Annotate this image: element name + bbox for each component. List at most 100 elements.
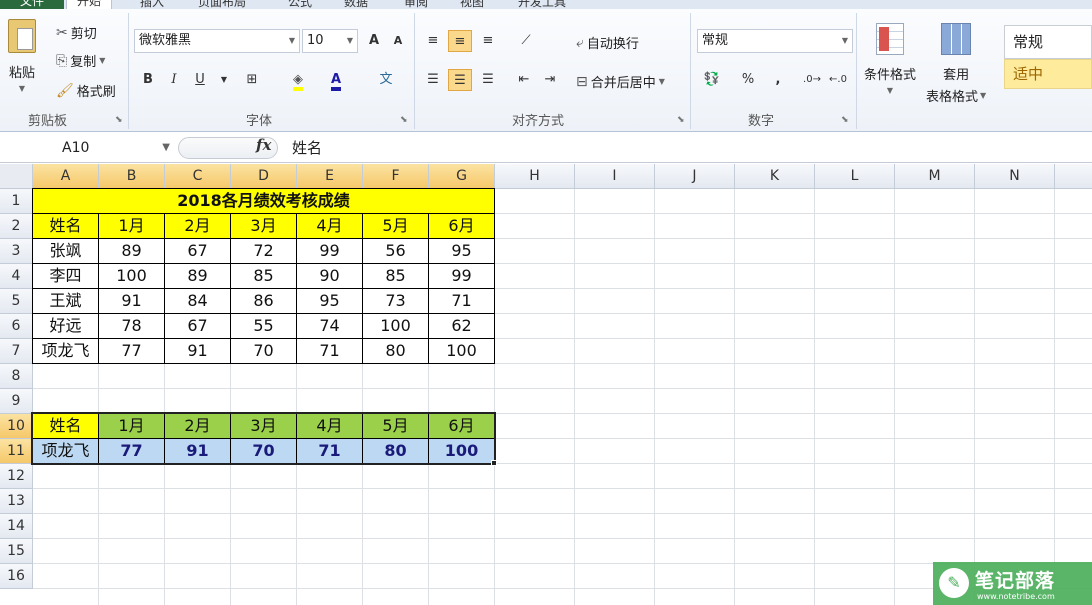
border-button[interactable]: ⊞ — [240, 69, 264, 91]
row-header-13[interactable]: 13 — [0, 489, 33, 514]
data-cell[interactable]: 95 — [297, 289, 363, 314]
alignment-launcher-icon[interactable]: ⬊ — [677, 115, 685, 125]
data-cell[interactable]: 84 — [165, 289, 231, 314]
row-header-8[interactable]: 8 — [0, 364, 33, 389]
comma-button[interactable]: , — [766, 69, 790, 91]
tab-home[interactable]: 开始 — [66, 0, 113, 9]
header-cell[interactable]: 1月 — [99, 214, 165, 239]
font-size-combo[interactable]: 10 ▼ — [302, 29, 358, 53]
row-header-5[interactable]: 5 — [0, 289, 33, 314]
align-left-button[interactable]: ☰ — [421, 69, 445, 91]
increase-decimal-button[interactable]: .0→ — [800, 69, 824, 91]
copy-button[interactable]: ⎘ 复制 ▼ — [56, 51, 105, 71]
row-header-1[interactable]: 1 — [0, 189, 33, 214]
header-cell[interactable]: 3月 — [231, 214, 297, 239]
bold-button[interactable]: B — [136, 69, 160, 91]
column-header-k[interactable]: K — [735, 164, 815, 189]
lookup-result-cell[interactable]: 71 — [297, 439, 363, 464]
formula-input[interactable]: 姓名 — [292, 137, 322, 159]
data-cell[interactable]: 78 — [99, 314, 165, 339]
data-cell[interactable]: 89 — [165, 264, 231, 289]
align-right-button[interactable]: ☰ — [476, 69, 500, 91]
align-top-button[interactable]: ≡ — [421, 30, 445, 52]
fill-handle[interactable] — [491, 460, 497, 466]
format-painter-button[interactable]: 🖌 格式刷 — [56, 81, 116, 101]
row-header-6[interactable]: 6 — [0, 314, 33, 339]
data-cell[interactable]: 55 — [231, 314, 297, 339]
font-color-button[interactable]: A — [324, 69, 348, 91]
data-cell[interactable]: 好远 — [32, 314, 99, 339]
font-launcher-icon[interactable]: ⬊ — [400, 115, 408, 125]
data-cell[interactable]: 91 — [165, 339, 231, 364]
paste-button[interactable]: 粘贴 ▼ — [8, 19, 36, 93]
underline-button[interactable]: U — [188, 69, 212, 91]
column-header-g[interactable]: G — [429, 164, 495, 189]
data-cell[interactable]: 56 — [363, 239, 429, 264]
data-cell[interactable]: 90 — [297, 264, 363, 289]
data-cell[interactable]: 项龙飞 — [32, 339, 99, 364]
row-header-2[interactable]: 2 — [0, 214, 33, 239]
header-cell[interactable]: 5月 — [363, 214, 429, 239]
currency-button[interactable]: 💱 — [700, 69, 724, 91]
lookup-header-cell[interactable]: 4月 — [297, 413, 363, 439]
italic-button[interactable]: I — [162, 69, 186, 91]
cut-button[interactable]: ✂ 剪切 — [56, 23, 97, 43]
wrap-text-button[interactable]: ⤶ 自动换行 — [576, 33, 639, 53]
conditional-format-button[interactable]: 条件格式 ▼ — [864, 23, 916, 95]
lookup-header-cell[interactable]: 1月 — [99, 413, 165, 439]
column-header-m[interactable]: M — [895, 164, 975, 189]
column-header-e[interactable]: E — [297, 164, 363, 189]
row-header-9[interactable]: 9 — [0, 389, 33, 414]
row-header-3[interactable]: 3 — [0, 239, 33, 264]
column-header-i[interactable]: I — [575, 164, 655, 189]
header-cell[interactable]: 4月 — [297, 214, 363, 239]
align-center-button[interactable]: ☰ — [448, 69, 472, 91]
merge-center-button[interactable]: ⊟ 合并后居中 ▼ — [576, 72, 665, 92]
tab-page-layout[interactable]: 页面布局 — [198, 0, 246, 9]
column-header-partial[interactable] — [1055, 164, 1092, 189]
cell-style-neutral[interactable]: 适中 — [1004, 59, 1092, 89]
lookup-result-cell[interactable]: 77 — [99, 439, 165, 464]
row-header-12[interactable]: 12 — [0, 464, 33, 489]
number-format-combo[interactable]: 常规 ▼ — [697, 29, 853, 53]
column-header-n[interactable]: N — [975, 164, 1055, 189]
data-cell[interactable]: 85 — [231, 264, 297, 289]
name-box[interactable]: A10 ▼ — [0, 136, 176, 160]
format-as-table-button[interactable]: 套用 表格格式 ▼ — [926, 23, 986, 105]
shrink-font-button[interactable]: A — [386, 30, 410, 52]
column-header-l[interactable]: L — [815, 164, 895, 189]
row-header-15[interactable]: 15 — [0, 539, 33, 564]
header-cell[interactable]: 姓名 — [32, 214, 99, 239]
tab-formulas[interactable]: 公式 — [288, 0, 312, 9]
cell-style-normal[interactable]: 常规 — [1004, 25, 1092, 59]
decrease-indent-button[interactable]: ⇤ — [512, 69, 536, 91]
lookup-header-cell[interactable]: 3月 — [231, 413, 297, 439]
data-cell[interactable]: 100 — [99, 264, 165, 289]
increase-indent-button[interactable]: ⇥ — [538, 69, 562, 91]
lookup-header-cell[interactable]: 5月 — [363, 413, 429, 439]
number-launcher-icon[interactable]: ⬊ — [841, 115, 849, 125]
sheet-title-cell[interactable]: 2018各月绩效考核成绩 — [32, 188, 495, 214]
decrease-decimal-button[interactable]: ←.0 — [826, 69, 850, 91]
data-cell[interactable]: 95 — [429, 239, 495, 264]
tab-developer[interactable]: 开发工具 — [518, 0, 566, 9]
column-header-h[interactable]: H — [495, 164, 575, 189]
data-cell[interactable]: 62 — [429, 314, 495, 339]
data-cell[interactable]: 67 — [165, 314, 231, 339]
row-header-16[interactable]: 16 — [0, 564, 33, 589]
data-cell[interactable]: 王斌 — [32, 289, 99, 314]
data-cell[interactable]: 99 — [429, 264, 495, 289]
data-cell[interactable]: 张飒 — [32, 239, 99, 264]
clipboard-launcher-icon[interactable]: ⬊ — [115, 115, 123, 125]
data-cell[interactable]: 67 — [165, 239, 231, 264]
data-cell[interactable]: 74 — [297, 314, 363, 339]
underline-caret-icon[interactable]: ▼ — [212, 69, 236, 91]
row-header-4[interactable]: 4 — [0, 264, 33, 289]
lookup-header-cell[interactable]: 6月 — [429, 413, 495, 439]
tab-view[interactable]: 视图 — [460, 0, 484, 9]
insert-function-button[interactable]: fx — [256, 136, 271, 154]
data-cell[interactable]: 91 — [99, 289, 165, 314]
row-header-10[interactable]: 10 — [0, 414, 33, 439]
data-cell[interactable]: 99 — [297, 239, 363, 264]
data-cell[interactable]: 100 — [429, 339, 495, 364]
